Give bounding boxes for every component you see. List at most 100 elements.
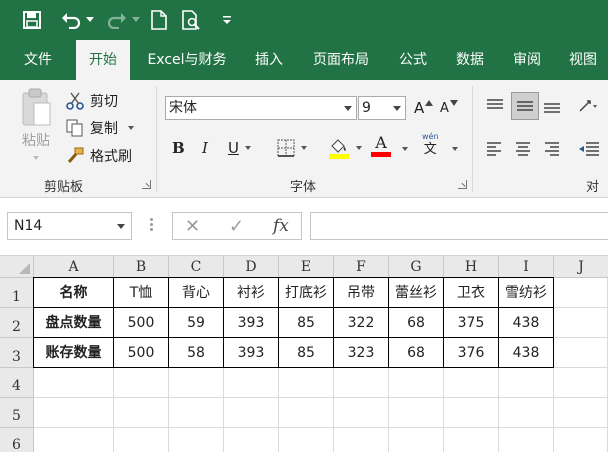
column-header[interactable]: I <box>499 256 554 278</box>
cell-e4[interactable] <box>279 368 334 398</box>
font-name-combo[interactable]: 宋体 <box>165 96 357 120</box>
tab-page-layout[interactable]: 页面布局 <box>300 40 382 80</box>
formula-input[interactable] <box>310 212 608 240</box>
column-header[interactable]: A <box>34 256 114 278</box>
cell-f2[interactable]: 322 <box>334 308 389 338</box>
name-box[interactable]: N14 <box>7 212 132 240</box>
align-middle-button[interactable] <box>511 92 539 120</box>
cell-e2[interactable]: 85 <box>279 308 334 338</box>
cell-i5[interactable] <box>499 398 554 428</box>
cell-a6[interactable] <box>34 428 114 452</box>
borders-button[interactable] <box>277 136 307 160</box>
row-header[interactable]: 4 <box>0 368 34 398</box>
cell-a3[interactable]: 账存数量 <box>34 338 114 368</box>
cell-c5[interactable] <box>169 398 224 428</box>
phonetic-dropdown-icon[interactable] <box>452 147 458 151</box>
cell-e6[interactable] <box>279 428 334 452</box>
align-right-button[interactable] <box>544 138 566 160</box>
tab-home[interactable]: 开始 <box>76 40 130 80</box>
align-top-button[interactable] <box>486 94 508 118</box>
customize-qat-icon[interactable] <box>220 8 234 32</box>
column-header[interactable]: B <box>114 256 169 278</box>
formula-bar-splitter[interactable] <box>149 217 153 235</box>
cell-a4[interactable] <box>34 368 114 398</box>
undo-dropdown-icon[interactable] <box>85 8 95 32</box>
undo-icon[interactable] <box>58 8 84 32</box>
cell-i3[interactable]: 438 <box>499 338 554 368</box>
insert-function-icon[interactable]: fx <box>273 216 289 236</box>
row-header[interactable]: 5 <box>0 398 34 428</box>
cell-g3[interactable]: 68 <box>389 338 444 368</box>
row-header[interactable]: 3 <box>0 338 34 368</box>
cell-h4[interactable] <box>444 368 499 398</box>
cell-i4[interactable] <box>499 368 554 398</box>
cell-f1[interactable]: 吊带 <box>334 278 389 308</box>
cell-f6[interactable] <box>334 428 389 452</box>
row-header[interactable]: 6 <box>0 428 34 452</box>
format-painter-button[interactable]: 格式刷 <box>66 145 132 167</box>
align-left-button[interactable] <box>486 138 508 160</box>
cell-f5[interactable] <box>334 398 389 428</box>
cut-button[interactable]: 剪切 <box>66 90 118 112</box>
cell-d1[interactable]: 衬衫 <box>224 278 279 308</box>
cell-b1[interactable]: T恤 <box>114 278 169 308</box>
cell-j1[interactable] <box>554 278 608 308</box>
cell-d3[interactable]: 393 <box>224 338 279 368</box>
cell-c1[interactable]: 背心 <box>169 278 224 308</box>
column-header[interactable]: E <box>279 256 334 278</box>
row-header[interactable]: 1 <box>0 278 34 308</box>
cell-d4[interactable] <box>224 368 279 398</box>
cell-a5[interactable] <box>34 398 114 428</box>
cell-j6[interactable] <box>554 428 608 452</box>
cell-e1[interactable]: 打底衫 <box>279 278 334 308</box>
redo-icon[interactable] <box>104 8 130 32</box>
cell-j4[interactable] <box>554 368 608 398</box>
tab-formulas[interactable]: 公式 <box>388 40 438 80</box>
cell-g2[interactable]: 68 <box>389 308 444 338</box>
cell-b3[interactable]: 500 <box>114 338 169 368</box>
align-center-button[interactable] <box>515 138 537 160</box>
cancel-icon[interactable]: ✕ <box>185 216 200 237</box>
cell-f3[interactable]: 323 <box>334 338 389 368</box>
cell-i6[interactable] <box>499 428 554 452</box>
column-header[interactable]: C <box>169 256 224 278</box>
underline-button[interactable]: U <box>228 136 251 160</box>
cell-b4[interactable] <box>114 368 169 398</box>
shrink-font-button[interactable]: A <box>440 96 458 120</box>
cell-d6[interactable] <box>224 428 279 452</box>
cell-h3[interactable]: 376 <box>444 338 499 368</box>
cell-h1[interactable]: 卫衣 <box>444 278 499 308</box>
italic-button[interactable]: I <box>202 136 208 160</box>
cell-g1[interactable]: 蕾丝衫 <box>389 278 444 308</box>
save-icon[interactable] <box>20 8 44 32</box>
tab-excel-finance[interactable]: Excel与财务 <box>135 40 239 80</box>
cell-c2[interactable]: 59 <box>169 308 224 338</box>
enter-icon[interactable]: ✓ <box>229 216 244 237</box>
redo-dropdown-icon[interactable] <box>131 8 141 32</box>
select-all-corner[interactable] <box>0 256 34 278</box>
cell-d5[interactable] <box>224 398 279 428</box>
cell-e3[interactable]: 85 <box>279 338 334 368</box>
column-header[interactable]: F <box>334 256 389 278</box>
decrease-indent-button[interactable] <box>578 138 608 160</box>
tab-review[interactable]: 审阅 <box>502 40 552 80</box>
fill-color-button[interactable] <box>328 134 362 162</box>
cell-h5[interactable] <box>444 398 499 428</box>
tab-view[interactable]: 视图 <box>558 40 608 80</box>
paste-button[interactable]: 粘贴 <box>14 88 58 168</box>
orientation-button[interactable] <box>578 94 608 118</box>
cell-c6[interactable] <box>169 428 224 452</box>
tab-file[interactable]: 文件 <box>0 40 76 80</box>
cell-h2[interactable]: 375 <box>444 308 499 338</box>
column-header[interactable]: G <box>389 256 444 278</box>
phonetic-guide-button[interactable]: wén 文 <box>422 132 439 162</box>
tab-data[interactable]: 数据 <box>444 40 496 80</box>
cell-g6[interactable] <box>389 428 444 452</box>
cell-f4[interactable] <box>334 368 389 398</box>
cell-i1[interactable]: 雪纺衫 <box>499 278 554 308</box>
column-header[interactable]: D <box>224 256 279 278</box>
font-size-combo[interactable]: 9 <box>358 96 406 120</box>
column-header[interactable]: H <box>444 256 499 278</box>
row-header[interactable]: 2 <box>0 308 34 338</box>
copy-button[interactable]: 复制 <box>66 117 134 139</box>
